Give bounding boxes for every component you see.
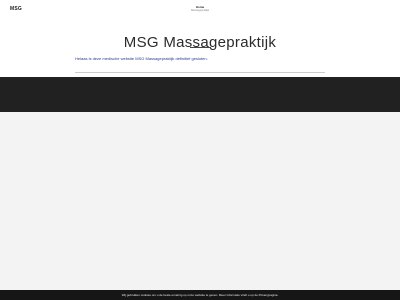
top-bar: MSG Home Massagepraktijk xyxy=(0,0,400,20)
closure-notice: Helaas is deze medische website MSG Mass… xyxy=(75,56,208,61)
title-underline xyxy=(190,47,211,48)
content-background xyxy=(0,112,400,290)
page-title: MSG Massagepraktijk xyxy=(123,34,277,52)
cookie-notice-text: Wij gebruiken cookies om u de beste erva… xyxy=(121,293,279,297)
cookie-notice-bar[interactable]: Wij gebruiken cookies om u de beste erva… xyxy=(0,290,400,300)
nav-home-sublabel: Massagepraktijk xyxy=(190,9,210,12)
dark-banner xyxy=(0,77,400,112)
brand-logo[interactable]: MSG xyxy=(10,6,22,12)
nav-home[interactable]: Home Massagepraktijk xyxy=(190,5,210,12)
content-divider xyxy=(75,72,325,73)
